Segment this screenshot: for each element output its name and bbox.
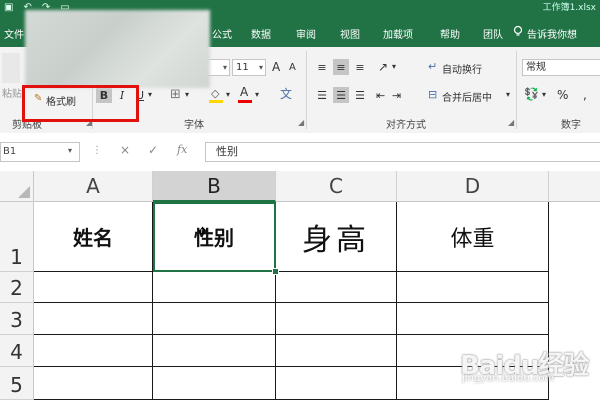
fill-color-dropdown-icon[interactable]: ▾	[226, 90, 230, 99]
fill-handle[interactable]	[272, 268, 279, 275]
cell[interactable]	[397, 303, 549, 335]
mouse-cursor-icon: ✥	[198, 225, 208, 238]
merge-center-icon: ⊟	[428, 88, 438, 101]
wrap-text-icon: ↵	[428, 60, 438, 73]
ribbon-separator	[516, 51, 517, 129]
orientation-dropdown-icon[interactable]: ▾	[392, 62, 396, 71]
row-header-5[interactable]: 5	[0, 367, 34, 400]
cancel-icon[interactable]: ×	[120, 143, 130, 157]
align-middle-icon[interactable]: ≡	[333, 59, 349, 75]
cell-c1[interactable]: 身高	[276, 202, 397, 272]
comma-style-icon[interactable]: ,	[583, 88, 587, 102]
decrease-indent-icon[interactable]: ⇤	[376, 89, 385, 102]
formula-input[interactable]: 性别	[205, 142, 600, 162]
tab-review[interactable]: 审阅	[296, 26, 316, 41]
paste-button[interactable]: 粘贴	[2, 85, 22, 100]
cell[interactable]	[276, 272, 397, 303]
lightbulb-icon	[513, 25, 523, 36]
grow-font-button[interactable]: A	[272, 60, 280, 74]
increase-indent-icon[interactable]: ⇥	[392, 89, 401, 102]
window-title: 工作簿1.xlsx	[542, 3, 596, 13]
borders-icon[interactable]: ⊞	[170, 87, 181, 102]
cell[interactable]	[34, 272, 153, 303]
underline-dropdown-icon[interactable]: ▾	[148, 90, 152, 99]
align-bottom-icon[interactable]: ≡	[352, 59, 368, 75]
tab-formulas[interactable]: 公式	[212, 26, 232, 41]
cell[interactable]	[153, 303, 276, 335]
align-right-icon[interactable]: ☰	[352, 87, 368, 103]
align-left-icon[interactable]: ☰	[314, 87, 330, 103]
phonetic-icon[interactable]: 文	[280, 85, 292, 102]
column-header-d[interactable]: D	[397, 171, 549, 202]
alignment-launcher-icon[interactable]: ◢	[508, 118, 514, 127]
formula-bar-splitter-icon[interactable]: ⋮	[92, 145, 102, 156]
paste-icon[interactable]	[2, 53, 20, 83]
cell[interactable]	[34, 367, 153, 400]
format-painter-highlight-box	[22, 85, 139, 122]
column-header-a[interactable]: A	[34, 171, 153, 202]
blurred-region	[25, 10, 210, 88]
tab-team[interactable]: 团队	[483, 26, 503, 41]
borders-dropdown-icon[interactable]: ▾	[185, 90, 189, 99]
watermark-url: jingyan.baidu.com	[462, 373, 555, 384]
active-cell-outline	[153, 202, 276, 272]
cell[interactable]	[34, 335, 153, 367]
merge-dropdown-icon[interactable]: ▾	[506, 90, 510, 99]
font-launcher-icon[interactable]: ◢	[298, 118, 304, 127]
tab-file[interactable]: 文件	[4, 26, 24, 41]
baidu-watermark: Baidu经验 jingyan.baidu.com	[460, 345, 589, 384]
row-header-2[interactable]: 2	[0, 272, 34, 303]
font-group-label: 字体	[184, 120, 204, 131]
name-box-dropdown-icon[interactable]: ▾	[68, 146, 72, 155]
cell[interactable]	[276, 303, 397, 335]
select-all-corner[interactable]	[0, 171, 34, 202]
ribbon-separator	[306, 51, 307, 129]
cell-a1[interactable]: 姓名	[34, 202, 153, 272]
fill-color-icon[interactable]: ◇	[209, 85, 223, 103]
cell-d1[interactable]: 体重	[397, 202, 549, 272]
shrink-font-button[interactable]: A	[289, 62, 296, 73]
cell[interactable]	[397, 272, 549, 303]
cell[interactable]	[276, 335, 397, 367]
number-group-label: 数字	[561, 120, 581, 131]
cell[interactable]	[276, 367, 397, 400]
tell-me-search[interactable]: 告诉我你想	[527, 26, 577, 41]
tab-view[interactable]: 视图	[340, 26, 360, 41]
percent-button[interactable]: %	[557, 88, 568, 102]
insert-function-button[interactable]: fx	[177, 143, 187, 156]
row-header-1[interactable]: 1	[0, 202, 34, 272]
align-center-icon[interactable]: ☰	[333, 87, 349, 103]
orientation-icon[interactable]: ↗	[378, 60, 388, 74]
number-format-combo[interactable]: 常规	[522, 59, 600, 76]
column-header-c[interactable]: C	[276, 171, 397, 202]
column-header-b[interactable]: B	[153, 171, 276, 202]
cell[interactable]	[34, 303, 153, 335]
wrap-text-button[interactable]: 自动换行	[442, 61, 482, 76]
tab-help[interactable]: 帮助	[440, 26, 460, 41]
cell[interactable]	[153, 272, 276, 303]
tab-data[interactable]: 数据	[251, 26, 271, 41]
cell[interactable]	[153, 335, 276, 367]
font-size-combo[interactable]: 11 ▾	[232, 59, 266, 76]
currency-icon[interactable]: 💱	[524, 87, 539, 101]
merge-center-button[interactable]: 合并后居中	[442, 89, 492, 104]
enter-icon[interactable]: ✓	[148, 143, 158, 157]
save-icon[interactable]: ▣	[4, 2, 13, 13]
align-top-icon[interactable]: ≡	[314, 59, 330, 75]
row-header-3[interactable]: 3	[0, 303, 34, 335]
cell[interactable]	[153, 367, 276, 400]
font-color-dropdown-icon[interactable]: ▾	[255, 90, 259, 99]
column-header-e[interactable]	[549, 171, 600, 202]
tab-addins[interactable]: 加载项	[383, 26, 413, 41]
alignment-group-label: 对齐方式	[386, 120, 426, 131]
currency-dropdown-icon[interactable]: ▾	[542, 90, 546, 99]
row-header-4[interactable]: 4	[0, 335, 34, 367]
font-color-icon[interactable]: A	[238, 85, 252, 103]
